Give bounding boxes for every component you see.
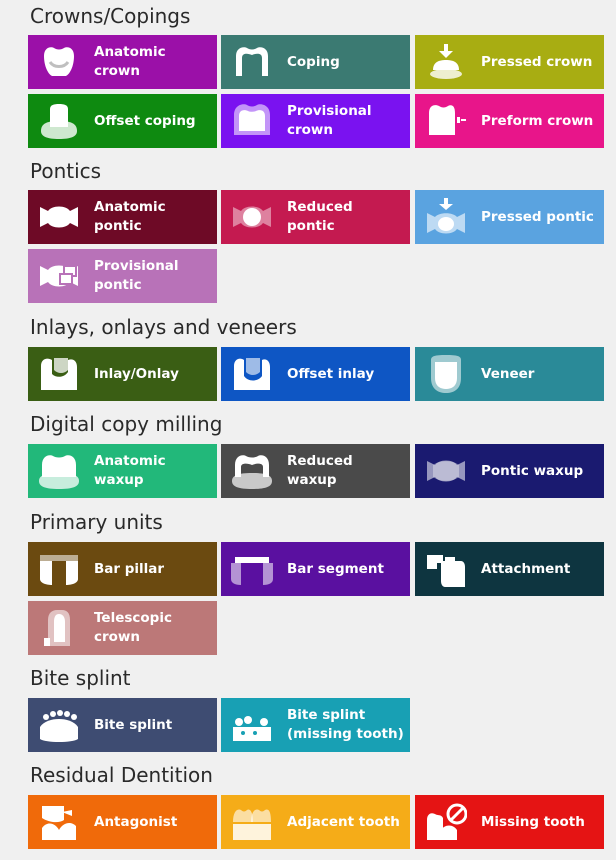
telescopic-crown-icon	[38, 608, 80, 648]
veneer-tile[interactable]: Veneer	[415, 347, 604, 401]
adjacent-tooth-icon	[231, 802, 273, 842]
antagonist-tile[interactable]: Antagonist	[28, 795, 217, 849]
tile-label: Telescopic crown	[94, 610, 172, 645]
tile-label: Bite splint (missing tooth)	[287, 707, 404, 742]
tile-label: Veneer	[481, 365, 535, 382]
adjacent-tooth-tile[interactable]: Adjacent tooth	[221, 795, 410, 849]
tile-label: Antagonist	[94, 813, 178, 830]
anatomic-crown-tile[interactable]: Anatomic crown	[28, 35, 217, 89]
tile-label: Anatomic crown	[94, 44, 166, 79]
offset-coping-tile[interactable]: Offset coping	[28, 94, 217, 148]
anatomic-pontic-tile[interactable]: Anatomic pontic	[28, 190, 217, 244]
anatomic-crown-icon	[38, 42, 80, 82]
section-title: Residual Dentition	[30, 763, 213, 787]
pressed-crown-icon	[425, 42, 467, 82]
reduced-waxup-tile[interactable]: Reduced waxup	[221, 444, 410, 498]
tile-label: Provisional crown	[287, 103, 372, 138]
offset-coping-icon	[38, 101, 80, 141]
tile-label: Offset coping	[94, 112, 196, 129]
tile-label: Anatomic pontic	[94, 199, 166, 234]
anatomic-waxup-icon	[38, 451, 80, 491]
bite-splint-missing-tooth-icon	[231, 705, 273, 745]
bar-pillar-tile[interactable]: Bar pillar	[28, 542, 217, 596]
inlay-onlay-icon	[38, 354, 80, 394]
offset-inlay-icon	[231, 354, 273, 394]
tile-label: Coping	[287, 53, 340, 70]
tile-label: Reduced pontic	[287, 199, 353, 234]
attachment-tile[interactable]: Attachment	[415, 542, 604, 596]
bite-splint-tile[interactable]: Bite splint	[28, 698, 217, 752]
section-title: Bite splint	[30, 666, 131, 690]
offset-inlay-tile[interactable]: Offset inlay	[221, 347, 410, 401]
section-title: Digital copy milling	[30, 412, 223, 436]
bar-segment-tile[interactable]: Bar segment	[221, 542, 410, 596]
pressed-pontic-tile[interactable]: Pressed pontic	[415, 190, 604, 244]
provisional-pontic-tile[interactable]: Provisional pontic	[28, 249, 217, 303]
tile-label: Bite splint	[94, 716, 173, 733]
tile-label: Pontic waxup	[481, 462, 584, 479]
telescopic-crown-tile[interactable]: Telescopic crown	[28, 601, 217, 655]
tile-label: Bar pillar	[94, 560, 165, 577]
anatomic-waxup-tile[interactable]: Anatomic waxup	[28, 444, 217, 498]
bar-segment-icon	[231, 549, 273, 589]
reduced-pontic-icon	[231, 197, 273, 237]
provisional-crown-tile[interactable]: Provisional crown	[221, 94, 410, 148]
pressed-pontic-icon	[425, 197, 467, 237]
tile-label: Preform crown	[481, 112, 594, 129]
inlay-onlay-tile[interactable]: Inlay/Onlay	[28, 347, 217, 401]
reduced-waxup-icon	[231, 451, 273, 491]
bar-pillar-icon	[38, 549, 80, 589]
preform-crown-icon	[425, 101, 467, 141]
section-title: Crowns/Copings	[30, 4, 191, 28]
section-title: Primary units	[30, 510, 163, 534]
tile-label: Anatomic waxup	[94, 453, 166, 488]
tile-label: Bar segment	[287, 560, 384, 577]
tile-label: Inlay/Onlay	[94, 365, 179, 382]
reduced-pontic-tile[interactable]: Reduced pontic	[221, 190, 410, 244]
provisional-crown-icon	[231, 101, 273, 141]
tile-label: Reduced waxup	[287, 453, 353, 488]
tile-label: Provisional pontic	[94, 258, 179, 293]
section-title: Pontics	[30, 159, 102, 183]
tile-label: Pressed pontic	[481, 208, 594, 225]
tile-label: Missing tooth	[481, 813, 585, 830]
tile-label: Adjacent tooth	[287, 813, 400, 830]
pontic-waxup-tile[interactable]: Pontic waxup	[415, 444, 604, 498]
missing-tooth-icon	[425, 802, 467, 842]
bite-splint-icon	[38, 705, 80, 745]
tile-label: Offset inlay	[287, 365, 375, 382]
preform-crown-tile[interactable]: Preform crown	[415, 94, 604, 148]
anatomic-pontic-icon	[38, 197, 80, 237]
coping-icon	[231, 42, 273, 82]
missing-tooth-tile[interactable]: Missing tooth	[415, 795, 604, 849]
tile-label: Attachment	[481, 560, 571, 577]
pressed-crown-tile[interactable]: Pressed crown	[415, 35, 604, 89]
coping-tile[interactable]: Coping	[221, 35, 410, 89]
bite-splint-missing-tooth-tile[interactable]: Bite splint (missing tooth)	[221, 698, 410, 752]
tile-label: Pressed crown	[481, 53, 593, 70]
antagonist-icon	[38, 802, 80, 842]
pontic-waxup-icon	[425, 451, 467, 491]
provisional-pontic-icon	[38, 256, 80, 296]
section-title: Inlays, onlays and veneers	[30, 315, 297, 339]
veneer-icon	[425, 354, 467, 394]
attachment-icon	[425, 549, 467, 589]
